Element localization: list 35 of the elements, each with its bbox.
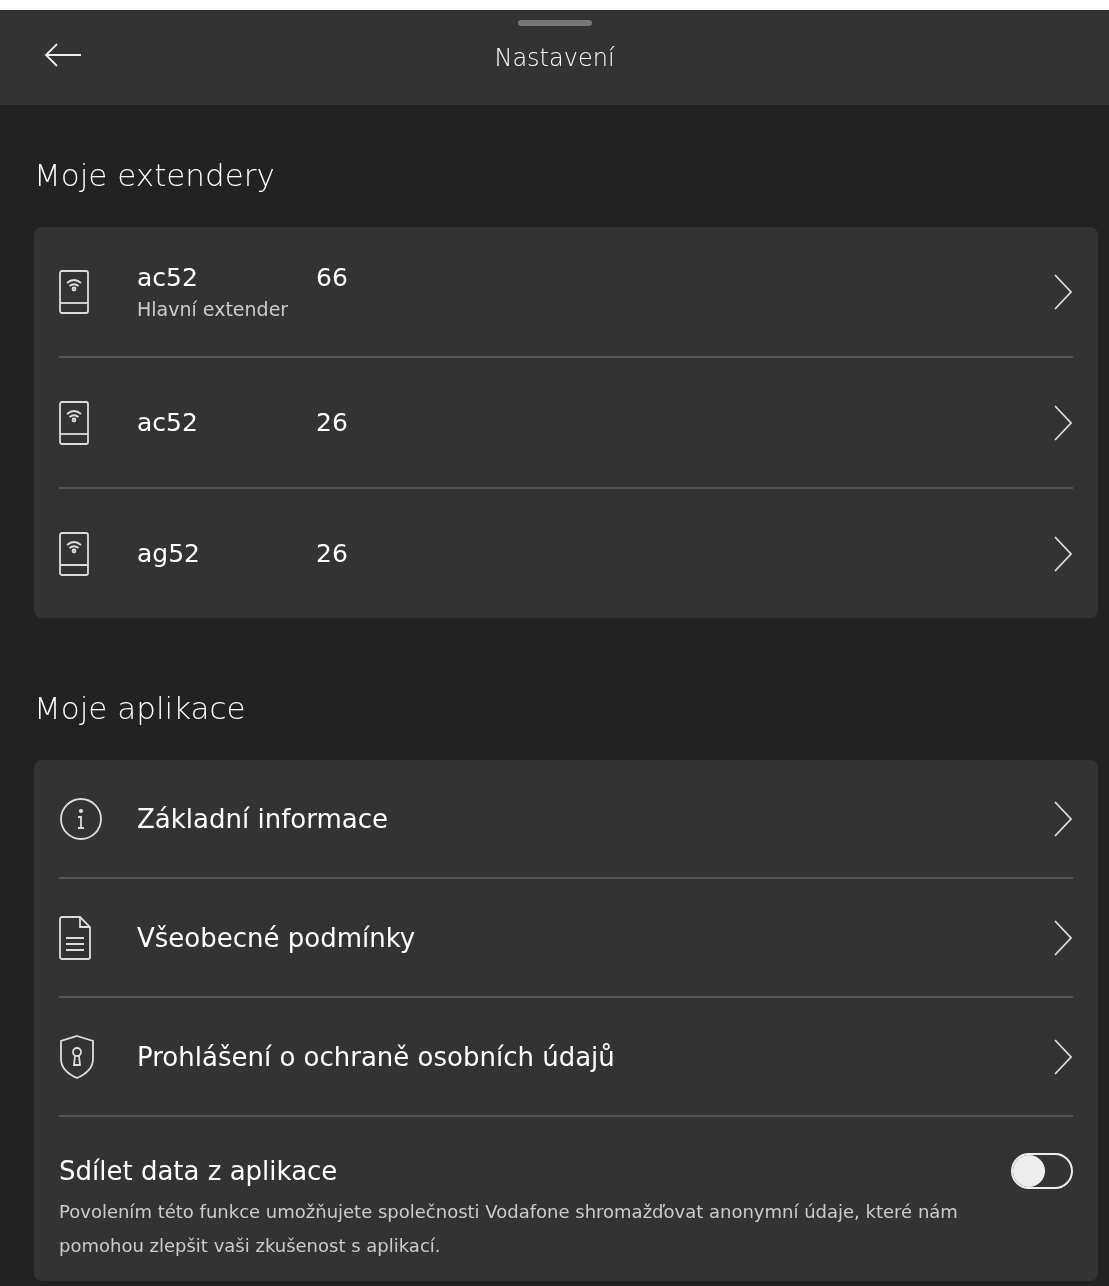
share-title: Sdílet data z aplikace	[59, 1156, 338, 1186]
chevron-right-icon	[1053, 799, 1073, 838]
extender-name: ag52	[137, 539, 201, 568]
info-icon	[59, 796, 103, 841]
chevron-right-icon	[1053, 1037, 1073, 1076]
menu-label: Prohlášení o ochraně osobních údajů	[137, 1041, 616, 1072]
chevron-right-icon	[1053, 272, 1073, 311]
section-title: Moje extendery	[34, 156, 276, 195]
router-icon	[59, 531, 89, 576]
menu-label: Všeobecné podmínky	[137, 922, 417, 953]
router-icon	[59, 400, 89, 445]
chevron-right-icon	[1053, 534, 1073, 573]
extender-row[interactable]: ac52 66 Hlavní extender	[59, 227, 1073, 358]
extender-subtitle: Hlavní extender	[137, 298, 290, 320]
extender-row[interactable]: ac52 26	[59, 358, 1073, 489]
extender-name: ac52	[137, 263, 199, 292]
extender-number: 26	[316, 539, 348, 568]
extender-name: ac52	[137, 408, 199, 437]
section-title: Moje aplikace	[34, 689, 247, 728]
drag-handle[interactable]	[517, 20, 592, 26]
menu-label: Základní informace	[137, 803, 389, 834]
document-icon	[59, 915, 91, 960]
chevron-right-icon	[1053, 918, 1073, 957]
share-toggle[interactable]	[1011, 1153, 1073, 1189]
menu-row[interactable]: Všeobecné podmínky	[59, 879, 1073, 998]
shield-icon	[59, 1034, 95, 1079]
share-description: Povolením této funkce umožňujete společnosti Vodafone shromažďovat anonymní údaje, které nám pomohou zlepšit vaši zkušenost s aplikací.	[59, 1200, 959, 1258]
extender-number: 26	[316, 408, 348, 437]
extender-number: 66	[316, 263, 348, 292]
page-title: Nastavení	[494, 43, 615, 72]
extender-row[interactable]: ag52 26	[59, 489, 1073, 618]
menu-row[interactable]: Prohlášení o ochraně osobních údajů	[59, 998, 1073, 1117]
chevron-right-icon	[1053, 403, 1073, 442]
menu-row[interactable]: Základní informace	[59, 760, 1073, 879]
router-icon	[59, 269, 89, 314]
